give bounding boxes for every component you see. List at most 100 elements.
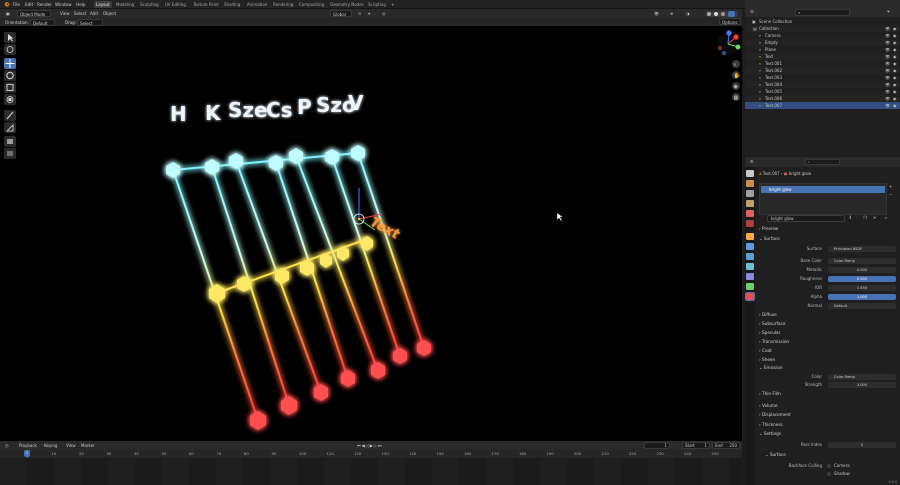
tab-geometry-nodes[interactable]: Geometry Nodes: [328, 1, 366, 8]
material-slot-list[interactable]: bright glow: [759, 183, 887, 215]
tab-texture-paint[interactable]: Texture Paint: [191, 1, 221, 8]
annotate-tool-icon[interactable]: [4, 110, 16, 121]
outliner-item-row[interactable]: ▿ Text.003 👁 ◉: [745, 74, 900, 81]
end-frame-field[interactable]: End 250: [712, 442, 740, 449]
normal-field[interactable]: Default: [828, 303, 896, 309]
outliner-item-row[interactable]: ▿ Camera 👁 ◉: [745, 32, 900, 39]
tab-shading[interactable]: Shading: [222, 1, 242, 8]
perspective-toggle-icon[interactable]: ▦: [734, 95, 739, 101]
tab-scene-icon[interactable]: [746, 210, 754, 217]
outliner-item-row[interactable]: ▿ Text.005 👁 ◉: [745, 88, 900, 95]
outliner-item-row[interactable]: ▿ Text.007 👁 ◉: [745, 102, 900, 109]
menu-keying[interactable]: Keying: [42, 442, 59, 449]
visibility-eye-icon[interactable]: 👁: [885, 46, 890, 53]
visibility-eye-icon[interactable]: 👁: [885, 67, 890, 74]
drag-dropdown[interactable]: Select Box: [77, 19, 103, 33]
section-coat[interactable]: › Coat: [755, 347, 900, 355]
selected-text-object[interactable]: Text: [367, 215, 402, 243]
tab-physics-icon[interactable]: [746, 263, 754, 270]
render-camera-icon[interactable]: ◉: [893, 95, 897, 102]
outliner-item-row[interactable]: ▿ Text.004 👁 ◉: [745, 81, 900, 88]
visibility-eye-icon[interactable]: 👁: [885, 95, 890, 102]
pan-icon[interactable]: ✋: [734, 72, 740, 79]
section-sheen[interactable]: › Sheen: [755, 356, 900, 364]
render-camera-icon[interactable]: ◉: [893, 32, 897, 39]
tab-world-icon[interactable]: [746, 220, 754, 227]
tab-tool-icon[interactable]: [746, 170, 754, 177]
overlays-icon[interactable]: ◑: [684, 10, 692, 17]
add-cube-tool-icon[interactable]: [4, 136, 16, 147]
render-camera-icon[interactable]: ◉: [893, 81, 897, 88]
alpha-field[interactable]: 1.000: [828, 294, 896, 300]
menu-add[interactable]: Add: [88, 10, 100, 17]
transform-orientation-dropdown[interactable]: Global: [330, 10, 352, 17]
menu-object[interactable]: Object: [101, 10, 118, 17]
tab-uv-editing[interactable]: UV Editing: [163, 1, 188, 8]
render-camera-icon[interactable]: ◉: [893, 60, 897, 67]
menu-render[interactable]: Render: [35, 1, 54, 8]
properties-editor-icon[interactable]: ⚙: [750, 159, 754, 164]
outliner-item-row[interactable]: ▿ Empty 👁 ◉: [745, 39, 900, 46]
metallic-field[interactable]: 0.000: [828, 267, 896, 273]
section-settings-surface[interactable]: ⌄ Surface: [761, 451, 900, 459]
section-emission[interactable]: ⌄ Emission: [755, 364, 900, 372]
section-displacement[interactable]: › Displacement: [755, 411, 900, 419]
section-settings[interactable]: ⌄ Settings: [755, 430, 900, 438]
add-slot-icon[interactable]: +: [889, 184, 892, 189]
menu-timeline-view[interactable]: View: [64, 442, 78, 449]
transform-tool-icon[interactable]: [4, 94, 16, 105]
visibility-eye-icon[interactable]: 👁: [885, 25, 890, 32]
measure-tool-icon[interactable]: [4, 122, 16, 133]
material-slot-row[interactable]: bright glow: [761, 186, 885, 193]
strength-field[interactable]: 3.000: [828, 382, 896, 388]
properties-search-input[interactable]: ⌕: [805, 159, 840, 165]
tab-modeling[interactable]: Modeling: [114, 1, 136, 8]
options-dropdown[interactable]: Options: [719, 18, 741, 25]
render-camera-icon[interactable]: ◉: [893, 88, 897, 95]
outliner-item-row[interactable]: ▿ Text 👁 ◉: [745, 53, 900, 60]
section-diffuse[interactable]: › Diffuse: [755, 311, 900, 319]
gizmo-icon[interactable]: ⊕: [668, 10, 675, 17]
timeline-editor-icon[interactable]: ◷: [3, 442, 11, 449]
menu-view[interactable]: View: [58, 10, 72, 17]
current-frame-field[interactable]: 1: [644, 442, 670, 449]
tab-render-icon[interactable]: [746, 180, 754, 187]
tab-data-icon[interactable]: [746, 283, 754, 290]
render-camera-icon[interactable]: ◉: [893, 74, 897, 81]
visibility-eye-icon[interactable]: 👁: [885, 81, 890, 88]
material-browse-icon[interactable]: ▿: [885, 215, 887, 220]
fake-user-icon[interactable]: 4: [849, 215, 852, 220]
menu-playback[interactable]: Playback: [17, 442, 39, 449]
playback-controls[interactable]: ⏮◀◁▶▷⏭: [355, 442, 385, 449]
section-surface[interactable]: ⌄ Surface: [755, 235, 900, 243]
section-thickness[interactable]: › Thickness: [755, 421, 900, 429]
tab-layout[interactable]: Layout: [94, 1, 112, 8]
scene-collection-row[interactable]: ▣ Scene Collection: [745, 18, 900, 25]
tab-material-icon[interactable]: [745, 292, 755, 301]
navigation-gizmo[interactable]: [717, 30, 741, 55]
visibility-eye-icon[interactable]: 👁: [885, 74, 890, 81]
surface-shader-field[interactable]: Principled BSDF: [828, 246, 896, 252]
backface-camera-checkbox[interactable]: [827, 464, 831, 468]
timeline-area[interactable]: 0102030405060708090100110120130140150160…: [0, 450, 742, 485]
zoom-icon[interactable]: ⌕: [734, 62, 737, 68]
outliner-item-row[interactable]: ▿ Plane 👁 ◉: [745, 46, 900, 53]
render-camera-icon[interactable]: ◉: [893, 53, 897, 60]
select-box-tool-icon[interactable]: [4, 32, 16, 43]
timeline-tracks[interactable]: [0, 458, 742, 485]
outliner-item-row[interactable]: ▿ Text.002 👁 ◉: [745, 67, 900, 74]
proportional-edit-icon[interactable]: ◎: [380, 10, 388, 17]
wireframe-shading-icon[interactable]: [707, 12, 711, 16]
section-volume[interactable]: › Volume: [755, 402, 900, 410]
section-specular[interactable]: › Specular: [755, 329, 900, 337]
section-thin-film[interactable]: › Thin Film: [755, 390, 900, 398]
render-camera-icon[interactable]: ◉: [893, 102, 897, 109]
ior-field[interactable]: 1.450: [828, 285, 896, 291]
scale-tool-icon[interactable]: [4, 82, 16, 93]
outliner-editor-icon[interactable]: ☰: [750, 9, 754, 14]
add-workspace-icon[interactable]: +: [389, 1, 396, 8]
menu-edit[interactable]: Edit: [23, 1, 35, 8]
emission-color-field[interactable]: Color Ramp: [828, 374, 896, 380]
visibility-eye-icon[interactable]: 👁: [885, 102, 890, 109]
roughness-field[interactable]: 0.500: [828, 276, 896, 282]
